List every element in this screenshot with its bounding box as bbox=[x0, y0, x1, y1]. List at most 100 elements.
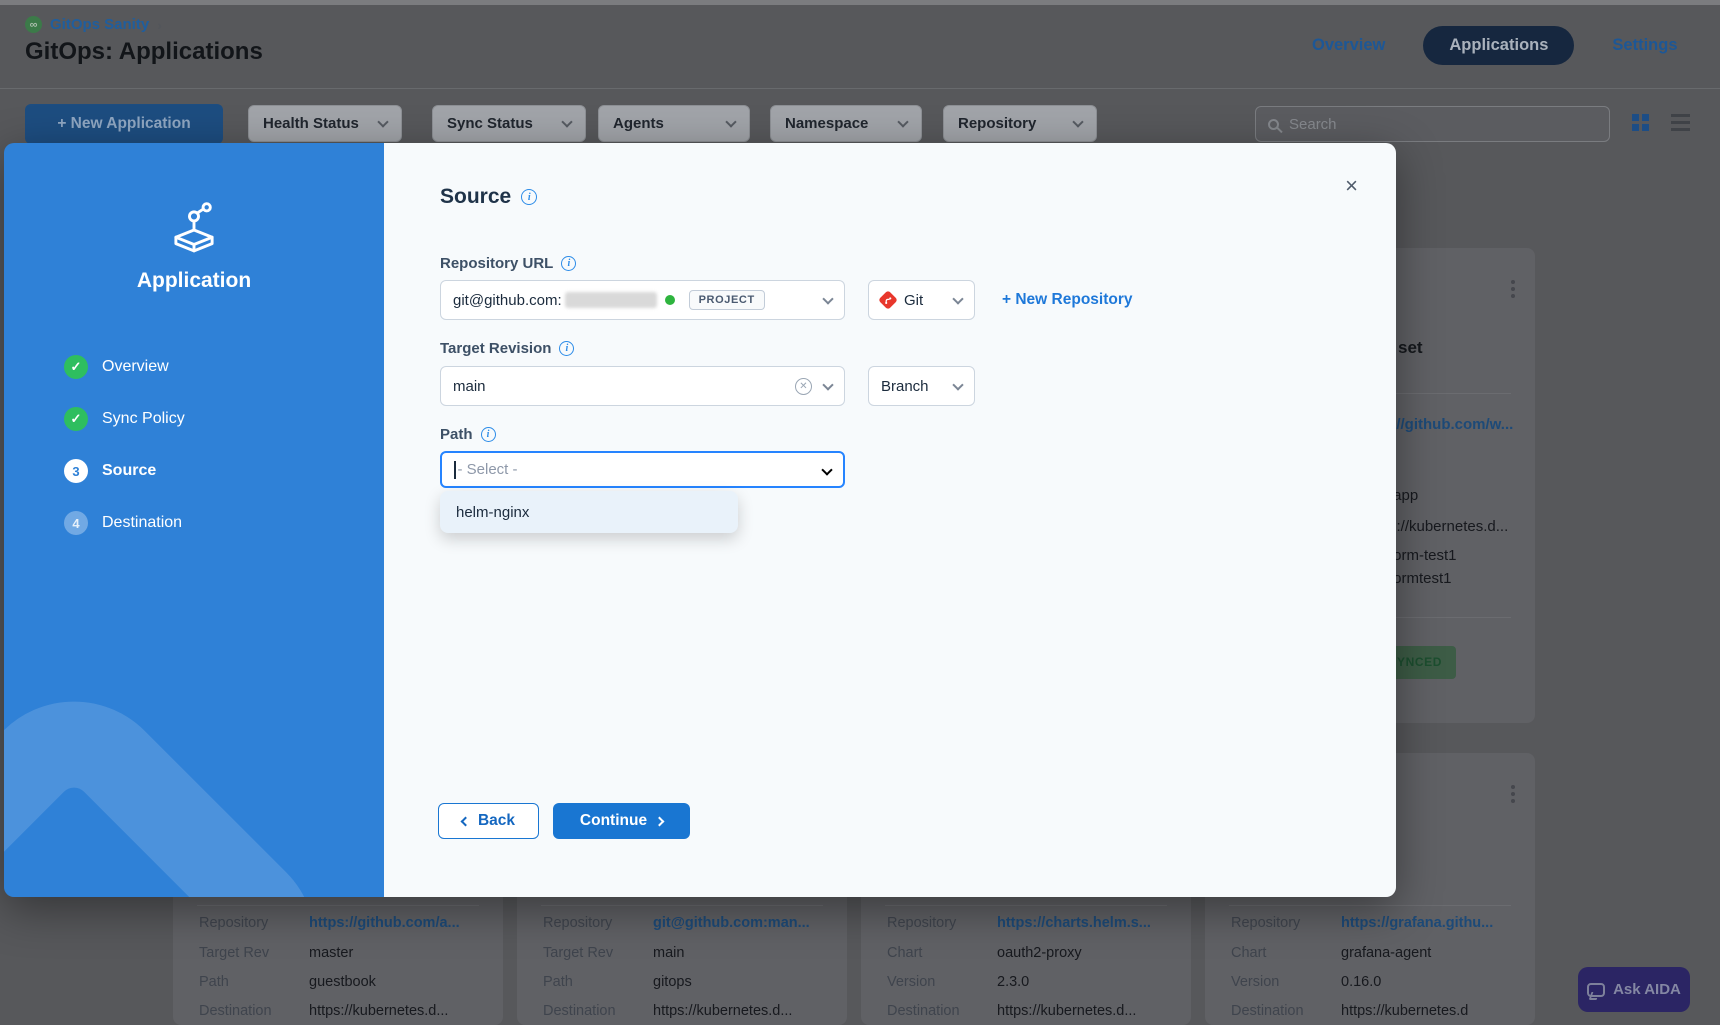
row-label: Destination bbox=[199, 1003, 309, 1019]
step-check-icon: ✓ bbox=[64, 407, 88, 431]
application-icon bbox=[4, 201, 384, 259]
search-icon bbox=[1268, 119, 1279, 130]
step-number: 3 bbox=[64, 459, 88, 483]
path-select[interactable]: - Select - bbox=[440, 451, 845, 488]
repository-url-label: Repository URL i bbox=[440, 255, 576, 272]
row-value: 2.3.0 bbox=[997, 974, 1029, 990]
step-source[interactable]: 3 Source bbox=[64, 459, 185, 483]
step-destination[interactable]: 4 Destination bbox=[64, 511, 185, 535]
wizard-footer: Back Continue bbox=[438, 803, 690, 839]
row-value-link[interactable]: https://charts.helm.s... bbox=[997, 915, 1151, 931]
tab-overview[interactable]: Overview bbox=[1312, 36, 1385, 55]
step-overview[interactable]: ✓ Overview bbox=[64, 355, 185, 379]
info-icon[interactable]: i bbox=[481, 427, 496, 442]
row-label: Target Rev bbox=[543, 945, 653, 961]
filter-repository[interactable]: Repository bbox=[943, 105, 1097, 142]
row-value: gitops bbox=[653, 974, 692, 990]
row-label: Destination bbox=[1231, 1003, 1341, 1019]
search-input[interactable] bbox=[1289, 116, 1597, 133]
row-label: Path bbox=[543, 974, 653, 990]
step-label: Destination bbox=[102, 514, 182, 532]
filter-agents[interactable]: Agents bbox=[598, 105, 750, 142]
filter-health-status[interactable]: Health Status bbox=[248, 105, 402, 142]
git-icon bbox=[878, 290, 898, 310]
repository-link-fragment[interactable]: s://github.com/w... bbox=[1383, 416, 1513, 433]
provider-select[interactable]: Git bbox=[868, 280, 975, 320]
row-value-link[interactable]: git@github.com:man... bbox=[653, 915, 810, 931]
watermark-logo bbox=[4, 660, 357, 897]
card-divider bbox=[885, 905, 1167, 906]
row-value-link[interactable]: https://grafana.githu... bbox=[1341, 915, 1493, 931]
card-divider bbox=[197, 905, 479, 906]
row-value: https://kubernetes.d bbox=[1341, 1003, 1468, 1019]
info-icon[interactable]: i bbox=[561, 256, 576, 271]
ask-aida-label: Ask AIDA bbox=[1613, 981, 1681, 998]
path-option-helm-nginx[interactable]: helm-nginx bbox=[440, 491, 738, 533]
info-icon[interactable]: i bbox=[559, 341, 574, 356]
list-view-icon[interactable] bbox=[1671, 114, 1690, 131]
row-value-link[interactable]: https://github.com/a... bbox=[309, 915, 460, 931]
ask-aida-button[interactable]: Ask AIDA bbox=[1578, 967, 1690, 1012]
row-label: Version bbox=[1231, 974, 1341, 990]
row-value: guestbook bbox=[309, 974, 376, 990]
kebab-menu-icon[interactable] bbox=[1511, 785, 1515, 789]
source-heading-text: Source bbox=[440, 185, 511, 209]
filter-namespace[interactable]: Namespace bbox=[770, 105, 922, 142]
ref-type-value: Branch bbox=[881, 378, 945, 395]
close-icon[interactable]: × bbox=[1345, 175, 1358, 197]
chevron-down-icon bbox=[952, 293, 963, 304]
target-revision-label: Target Revision i bbox=[440, 340, 574, 357]
filter-sync-status[interactable]: Sync Status bbox=[432, 105, 586, 142]
continue-label: Continue bbox=[580, 812, 647, 830]
filter-label: Repository bbox=[958, 115, 1036, 132]
path-options-menu: helm-nginx bbox=[440, 491, 738, 533]
wizard-title: Application bbox=[4, 269, 384, 293]
top-nav: Overview Applications Settings bbox=[1312, 24, 1678, 66]
row-value: main bbox=[653, 945, 684, 961]
row-value: oauth2-proxy bbox=[997, 945, 1082, 961]
tab-settings[interactable]: Settings bbox=[1612, 36, 1677, 55]
target-revision-row: main ✕ Branch bbox=[440, 366, 975, 406]
row-value: grafana-agent bbox=[1341, 945, 1431, 961]
ref-type-select[interactable]: Branch bbox=[868, 366, 975, 406]
application-name-fragment: set bbox=[1398, 338, 1423, 358]
row-label: Chart bbox=[887, 945, 997, 961]
header-divider bbox=[0, 88, 1720, 89]
new-application-button[interactable]: + New Application bbox=[25, 104, 223, 144]
chevron-down-icon bbox=[822, 293, 833, 304]
row-label: Version bbox=[887, 974, 997, 990]
grid-view-icon[interactable] bbox=[1632, 114, 1639, 121]
source-heading: Source i bbox=[440, 185, 537, 209]
provider-value: Git bbox=[904, 292, 945, 309]
filter-label: Sync Status bbox=[447, 115, 533, 132]
step-label: Overview bbox=[102, 358, 169, 376]
target-revision-input[interactable]: main ✕ bbox=[440, 366, 845, 406]
back-button[interactable]: Back bbox=[438, 803, 539, 839]
info-icon[interactable]: i bbox=[521, 189, 537, 205]
row-label: Repository bbox=[543, 915, 653, 931]
step-number: 4 bbox=[64, 511, 88, 535]
gitops-runtime-icon: ∞ bbox=[25, 16, 42, 33]
clear-icon[interactable]: ✕ bbox=[795, 378, 812, 395]
redacted-text bbox=[565, 292, 657, 308]
card-divider bbox=[541, 905, 823, 906]
search-box[interactable] bbox=[1255, 106, 1610, 142]
new-repository-link[interactable]: + New Repository bbox=[1002, 291, 1133, 309]
path-placeholder: - Select - bbox=[458, 461, 518, 478]
new-application-wizard-modal: Application ✓ Overview ✓ Sync Policy 3 S… bbox=[4, 143, 1396, 897]
tab-applications[interactable]: Applications bbox=[1423, 26, 1574, 65]
top-strip bbox=[0, 0, 1720, 5]
step-label: Source bbox=[102, 462, 156, 480]
breadcrumb-link[interactable]: GitOps Sanity bbox=[50, 16, 149, 33]
step-sync-policy[interactable]: ✓ Sync Policy bbox=[64, 407, 185, 431]
kebab-menu-icon[interactable] bbox=[1511, 280, 1515, 284]
repository-url-select[interactable]: git@github.com: PROJECT bbox=[440, 280, 845, 320]
row-label: Repository bbox=[1231, 915, 1341, 931]
continue-button[interactable]: Continue bbox=[553, 803, 690, 839]
target-revision-value: main bbox=[453, 378, 486, 395]
step-label: Sync Policy bbox=[102, 410, 185, 428]
wizard-steps: ✓ Overview ✓ Sync Policy 3 Source 4 Dest… bbox=[64, 355, 185, 563]
filter-label: Agents bbox=[613, 115, 664, 132]
chevron-left-icon bbox=[461, 816, 471, 826]
chevron-right-icon bbox=[655, 816, 665, 826]
